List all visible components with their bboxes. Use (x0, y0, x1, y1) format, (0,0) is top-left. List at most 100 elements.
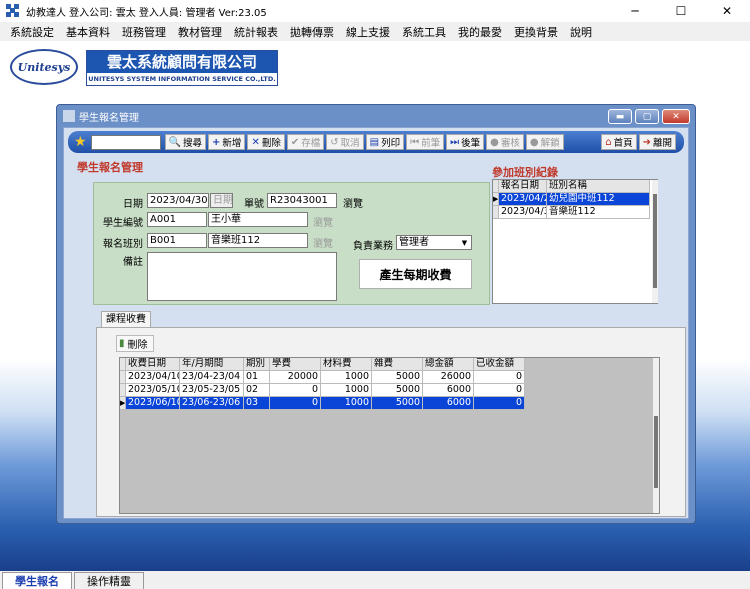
section-title-class-history: 參加班別紀錄 (492, 166, 558, 179)
doc-number-field[interactable]: R23043001 (267, 193, 337, 208)
exit-icon: ➜ (642, 136, 651, 148)
class-label: 報名班別 (103, 239, 143, 250)
date-picker-button[interactable]: 日期 (210, 193, 233, 208)
close-button[interactable]: ✕ (704, 0, 750, 22)
menu-vouchers[interactable]: 拋轉傳票 (284, 24, 340, 40)
title-bar: 幼教達人 登入公司: 雲太 登入人員: 管理者 Ver:23.05 ─ ☐ ✕ (0, 0, 750, 22)
exit-button[interactable]: ➜ 離開 (638, 134, 676, 150)
menu-help[interactable]: 說明 (564, 24, 598, 40)
bottom-tab-bar: 學生報名 操作精靈 (0, 571, 750, 589)
next-icon: ⏭ (450, 136, 460, 148)
history-row[interactable]: ▶ 2023/04/28 幼兒園中班112 (493, 193, 650, 206)
enrollment-window-title: 學生報名管理 (79, 112, 139, 124)
delete-button[interactable]: ✕ 刪除 (247, 134, 285, 150)
menu-system-settings[interactable]: 系統設定 (4, 24, 60, 40)
class-id-field[interactable]: B001 (147, 233, 207, 248)
date-field[interactable]: 2023/04/30 (147, 193, 209, 208)
search-icon: 🔍 (168, 136, 182, 148)
date-label: 日期 (123, 199, 143, 210)
delete-fee-button[interactable]: ▮ 刪除 (116, 335, 154, 352)
menu-favorites[interactable]: 我的最愛 (452, 24, 508, 40)
window-maximize-button[interactable]: ▢ (635, 109, 659, 124)
enrollment-window-body: ★ 🔍 搜尋 + 新增 ✕ 刪除 ✔ 存檔 ↺ 取消 ▤ 列印 ⏮ 前筆 ⏭ 後筆 ● 審核 ● 解… (63, 127, 689, 519)
history-col-class: 班別名稱 (547, 180, 650, 193)
tab-student-enrollment[interactable]: 學生報名 (2, 572, 72, 589)
menu-online-support[interactable]: 線上支援 (340, 24, 396, 40)
staff-select[interactable]: 管理者 ▼ (396, 235, 472, 250)
check-icon: ✔ (290, 136, 300, 148)
history-scrollbar[interactable] (652, 180, 658, 303)
enrollment-window: 學生報名管理 ▬ ▢ ✕ ★ 🔍 搜尋 + 新增 ✕ 刪除 ✔ 存檔 ↺ 取消 ▤ 列印 ⏮… (56, 104, 696, 524)
unlock-icon: ● (529, 136, 539, 148)
window-minimize-button[interactable]: ▬ (608, 109, 632, 124)
class-history-grid: 報名日期 班別名稱 ▶ 2023/04/28 幼兒園中班112 2023/04/… (492, 179, 658, 304)
history-header-row: 報名日期 班別名稱 (493, 180, 650, 193)
lock-icon: ● (490, 136, 499, 148)
doc-browse-button[interactable]: 瀏覽 (343, 195, 363, 210)
unlock-button[interactable]: ● 解鎖 (525, 134, 564, 150)
fee-row[interactable]: 2023/04/10 23/04-23/04 01 20000 1000 500… (120, 371, 525, 384)
course-fees-panel: ▮ 刪除 收費日期 年/月期間 期別 學費 材料費 雜費 總金額 已收金額 202… (96, 327, 686, 517)
student-name-field[interactable]: 王小華 (208, 212, 308, 227)
menu-change-background[interactable]: 更換背景 (508, 24, 564, 40)
tab-operation-wizard[interactable]: 操作精靈 (74, 572, 144, 589)
prev-icon: ⏮ (410, 136, 420, 148)
chevron-down-icon: ▼ (461, 239, 468, 247)
home-icon: ⌂ (605, 136, 612, 148)
tab-course-fees[interactable]: 課程收費 (101, 311, 151, 328)
printer-icon: ▤ (369, 136, 380, 148)
fees-col-total: 總金額 (423, 358, 474, 371)
prev-record-button[interactable]: ⏮ 前筆 (406, 134, 445, 150)
generate-billing-button[interactable]: 產生每期收費 (359, 259, 472, 289)
history-col-date: 報名日期 (499, 180, 547, 193)
save-button[interactable]: ✔ 存檔 (286, 134, 325, 150)
class-name-field[interactable]: 音樂班112 (208, 233, 308, 248)
fee-row[interactable]: ▶ 2023/06/10 23/06-23/06 03 0 1000 5000 … (120, 397, 525, 410)
cancel-button[interactable]: ↺ 取消 (326, 134, 364, 150)
toolbar: ★ 🔍 搜尋 + 新增 ✕ 刪除 ✔ 存檔 ↺ 取消 ▤ 列印 ⏮ 前筆 ⏭ 後筆 ● 審核 ● 解… (68, 131, 684, 153)
minimize-button[interactable]: ─ (612, 0, 658, 22)
trash-icon: ▮ (119, 338, 125, 349)
menu-class-management[interactable]: 班務管理 (116, 24, 172, 40)
fee-row[interactable]: 2023/05/10 23/05-23/05 02 0 1000 5000 60… (120, 384, 525, 397)
menu-reports[interactable]: 統計報表 (228, 24, 284, 40)
search-button[interactable]: 🔍 搜尋 (164, 134, 207, 150)
company-name-en: UNITESYS SYSTEM INFORMATION SERVICE CO.,… (88, 75, 276, 83)
class-browse-button[interactable]: 瀏覽 (313, 235, 333, 250)
student-browse-button[interactable]: 瀏覽 (313, 214, 333, 229)
search-input[interactable] (90, 134, 161, 150)
add-button[interactable]: + 新增 (208, 134, 246, 150)
fees-col-tuition: 學費 (270, 358, 321, 371)
print-button[interactable]: ▤ 列印 (365, 134, 405, 150)
home-button[interactable]: ⌂ 首頁 (601, 134, 637, 150)
memo-label: 備註 (123, 257, 143, 268)
fees-col-period: 年/月期間 (180, 358, 244, 371)
undo-icon: ↺ (330, 136, 339, 148)
section-title-enrollment: 學生報名管理 (77, 161, 143, 174)
fees-col-misc: 雜費 (372, 358, 423, 371)
doc-number-label: 單號 (244, 199, 264, 210)
window-close-button[interactable]: ✕ (662, 109, 690, 124)
history-row[interactable]: 2023/04/30 音樂班112 (493, 206, 650, 219)
app-icon (6, 4, 20, 18)
star-icon[interactable]: ★ (74, 134, 87, 150)
menu-system-tools[interactable]: 系統工具 (396, 24, 452, 40)
fees-header-row: 收費日期 年/月期間 期別 學費 材料費 雜費 總金額 已收金額 (120, 358, 525, 371)
plus-icon: + (212, 136, 221, 148)
student-id-label: 學生編號 (103, 218, 143, 229)
menu-bar: 系統設定 基本資料 班務管理 教材管理 統計報表 拋轉傳票 線上支援 系統工具 … (0, 22, 750, 41)
student-id-field[interactable]: A001 (147, 212, 207, 227)
fees-scrollbar[interactable] (653, 358, 659, 513)
memo-textarea[interactable] (147, 252, 337, 301)
x-icon: ✕ (251, 136, 260, 148)
next-record-button[interactable]: ⏭ 後筆 (446, 134, 485, 150)
staff-label: 負責業務 (353, 241, 393, 252)
menu-basic-data[interactable]: 基本資料 (60, 24, 116, 40)
menu-material-management[interactable]: 教材管理 (172, 24, 228, 40)
company-logo: Unitesys (10, 49, 78, 85)
review-button[interactable]: ● 審核 (486, 134, 524, 150)
maximize-button[interactable]: ☐ (658, 0, 704, 22)
company-name-badge: 雲太系統顧問有限公司 UNITESYS SYSTEM INFORMATION S… (86, 50, 278, 86)
course-fees-grid: 收費日期 年/月期間 期別 學費 材料費 雜費 總金額 已收金額 2023/04… (119, 357, 660, 514)
enrollment-window-titlebar: 學生報名管理 ▬ ▢ ✕ (57, 105, 695, 127)
